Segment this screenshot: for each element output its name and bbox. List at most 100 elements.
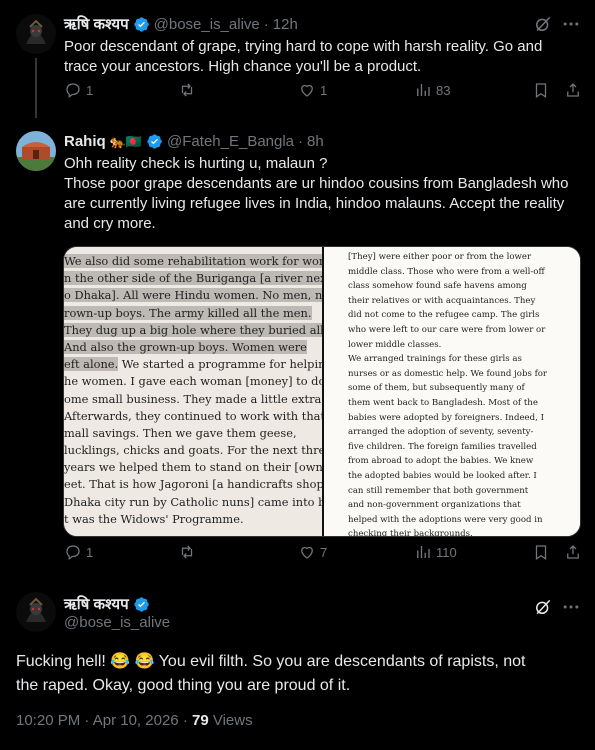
views-icon bbox=[417, 546, 430, 558]
page-line: lower middle classes. bbox=[348, 339, 442, 350]
reply-post-1[interactable]: ऋषि कश्यप @bose_is_alive · 12h Poor desc… bbox=[0, 0, 595, 120]
page-line: arranged the adoption of seventy, sevent… bbox=[348, 427, 534, 438]
post-text-line: trace your ancestors. High chance you'll… bbox=[64, 58, 422, 75]
verified-badge-icon bbox=[134, 16, 149, 32]
views-count: 110 bbox=[436, 544, 457, 560]
page-line: rown-up boys. The army killed all the me… bbox=[64, 305, 312, 320]
share-icon[interactable] bbox=[564, 81, 582, 99]
verified-badge-icon bbox=[147, 134, 162, 149]
post-text-line: Ohh reality check is hurting u, malaun ? bbox=[64, 155, 328, 172]
views-button[interactable]: 83 bbox=[414, 81, 450, 99]
grok-icon[interactable] bbox=[533, 14, 553, 34]
avatar-image bbox=[16, 592, 56, 632]
post-media-image[interactable]: We also did some rehabilitation work for… bbox=[63, 246, 581, 537]
repost-button[interactable] bbox=[178, 81, 200, 99]
page-line: and non-government organizations that bbox=[348, 500, 521, 511]
page-line: Dhaka city run by Catholic nuns] came in… bbox=[64, 494, 322, 509]
page-line: years we helped them to stand on their [… bbox=[64, 460, 322, 475]
bookmark-icon[interactable] bbox=[532, 543, 550, 561]
author-name[interactable]: ऋषि कश्यप bbox=[64, 14, 129, 34]
post-date[interactable]: Apr 10, 2026 bbox=[93, 712, 179, 729]
author-handle[interactable]: @bose_is_alive bbox=[154, 16, 260, 33]
avatar[interactable] bbox=[16, 131, 56, 171]
page-line: t was the Widows' Programme. bbox=[64, 511, 244, 526]
page-line: who were left to our care were from lowe… bbox=[348, 324, 546, 335]
author-name[interactable]: Rahiq bbox=[64, 133, 106, 150]
avatar[interactable] bbox=[16, 14, 56, 54]
reply-icon bbox=[66, 83, 80, 99]
page-line: from abroad to adopt the babies. We knew bbox=[348, 456, 534, 467]
page-line: can still remember that both government bbox=[348, 485, 529, 496]
book-page-right: [They] were either poor or from the lowe… bbox=[324, 247, 580, 536]
like-icon bbox=[301, 84, 313, 97]
page-line: their relatives or with acquaintances. T… bbox=[348, 295, 536, 306]
page-line: did not come to the refugee camp. The gi… bbox=[348, 310, 540, 321]
separator-dot: · bbox=[263, 15, 269, 33]
reply-button[interactable]: 1 bbox=[64, 81, 93, 99]
bookmark-icon[interactable] bbox=[532, 81, 550, 99]
avatar[interactable] bbox=[16, 592, 56, 632]
views-button[interactable]: 110 bbox=[414, 543, 457, 561]
like-button[interactable]: 7 bbox=[298, 543, 327, 561]
author-handle[interactable]: @bose_is_alive bbox=[64, 614, 170, 631]
post-text-line: are currently living refugee lives in In… bbox=[64, 195, 565, 212]
page-line: o Dhaka]. All were Hindu women. No men, … bbox=[64, 288, 322, 303]
page-line: checking their backgrounds. bbox=[348, 529, 473, 536]
views-count: 79 bbox=[191, 712, 209, 729]
share-icon[interactable] bbox=[564, 543, 582, 561]
page-line: We also did some rehabilitation work for… bbox=[64, 254, 322, 268]
repost-button[interactable] bbox=[178, 543, 200, 561]
reply-count: 1 bbox=[86, 544, 94, 560]
page-line: he women. I gave each woman [money] to d… bbox=[64, 374, 322, 389]
page-line: them went back to Bangladesh. Most of th… bbox=[348, 397, 538, 408]
author-name[interactable]: ऋषि कश्यप bbox=[64, 594, 129, 614]
reply-count: 1 bbox=[86, 82, 94, 98]
reply-button[interactable]: 1 bbox=[64, 543, 93, 561]
grok-icon[interactable] bbox=[533, 597, 553, 617]
author-handle[interactable]: @Fateh_E_Bangla bbox=[167, 133, 294, 150]
page-line: lucklings, chicks and goats. For the nex… bbox=[64, 443, 322, 458]
page-line: helped with the adoptions were very good… bbox=[348, 514, 543, 525]
like-button[interactable]: 1 bbox=[298, 81, 327, 99]
avatar-image bbox=[16, 14, 56, 54]
like-icon bbox=[301, 546, 313, 559]
page-line: n the other side of the Buriganga [a riv… bbox=[64, 271, 322, 286]
page-line: babies were adopted by foreigners. Indee… bbox=[348, 412, 544, 423]
reply-icon bbox=[66, 545, 80, 561]
like-count: 7 bbox=[320, 544, 328, 560]
page-line: class somehow found safe havens among bbox=[348, 281, 527, 292]
post-time[interactable]: 10:20 PM bbox=[16, 712, 80, 729]
separator-dot: · bbox=[298, 133, 304, 150]
page-line: some of them, but subsequently many of bbox=[348, 383, 525, 394]
views-label: Views bbox=[212, 712, 253, 729]
post-meta: 10:20 PM · Apr 10, 2026 · 79 Views bbox=[16, 712, 253, 729]
post-text-line: Fucking hell! 😂 😂 You evil filth. So you… bbox=[16, 653, 526, 670]
more-icon[interactable] bbox=[561, 597, 581, 617]
page-line: mall savings. Then we gave them geese, bbox=[64, 425, 297, 440]
post-time[interactable]: 8h bbox=[307, 133, 324, 150]
page-line: [They] were either poor or from the lowe… bbox=[348, 252, 532, 262]
book-page-left: We also did some rehabilitation work for… bbox=[64, 247, 322, 536]
avatar-image bbox=[16, 131, 56, 171]
name-emojis: 🐅🇧🇩 bbox=[109, 133, 143, 149]
post-text-line: and cry more. bbox=[64, 215, 156, 232]
verified-badge-icon bbox=[134, 596, 149, 612]
page-line: five children. The foreign families trav… bbox=[348, 441, 537, 452]
post-text-line: Poor descendant of grape, trying hard to… bbox=[64, 38, 543, 55]
page-line: And also the grown-up boys. Women were bbox=[64, 339, 307, 354]
page-line: We arranged trainings for these girls as bbox=[348, 354, 522, 365]
page-line: eft alone. bbox=[64, 357, 119, 372]
thread-line bbox=[35, 58, 37, 118]
views-count: 83 bbox=[436, 82, 451, 98]
page-line: They dug up a big hole where they buried… bbox=[64, 322, 322, 337]
more-icon[interactable] bbox=[561, 14, 581, 34]
page-line: We started a programme for helping bbox=[118, 357, 322, 372]
page-line: nurses or as domestic help. We found job… bbox=[348, 368, 548, 379]
like-count: 1 bbox=[320, 82, 328, 98]
page-line: ome small business. They made a little e… bbox=[64, 391, 322, 406]
repost-icon bbox=[181, 83, 193, 97]
page-line: Afterwards, they continued to work with … bbox=[64, 408, 322, 423]
page-line: the adopted babies would be looked after… bbox=[348, 470, 537, 481]
post-time[interactable]: 12h bbox=[273, 16, 298, 33]
page-line: eet. That is how Jagoroni [a handicrafts… bbox=[64, 477, 322, 492]
